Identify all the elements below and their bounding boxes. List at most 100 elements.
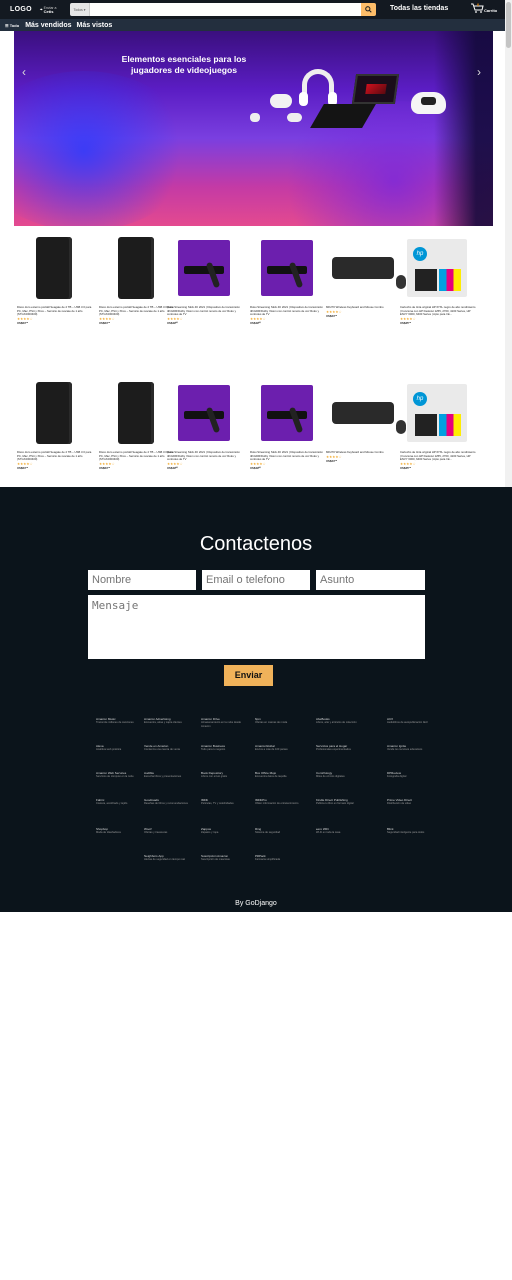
- hero-banner[interactable]: ‹ › Elementos esenciales para los jugado…: [14, 31, 493, 226]
- product-card[interactable]: MK270 Wireless Keyboard and Mouse Combo ★…: [326, 381, 406, 491]
- footer-link[interactable]: Zappos Zapatos y ropa: [201, 827, 249, 835]
- footer-link[interactable]: Fabric Costura, acolchado y tejido: [96, 798, 144, 806]
- product-title[interactable]: Cartucho de tinta original HP 67XL negro…: [400, 305, 476, 317]
- product-title[interactable]: Roku Streaming Stick 4K 2021 | Dispositi…: [250, 305, 326, 317]
- name-field[interactable]: [88, 570, 196, 590]
- streaming-stick-image: [261, 385, 313, 441]
- footer-link-desc: Obtén información de entretenimiento: [255, 802, 299, 806]
- footer-link[interactable]: Neighbors App Alertas de seguridad en tie…: [144, 854, 192, 862]
- footer-link[interactable]: Box Office Mojo Encuentra datos de taquil…: [255, 771, 303, 779]
- search-button[interactable]: [361, 3, 376, 16]
- footer-link-desc: Analítica web práctica: [96, 748, 122, 752]
- footer-link[interactable]: Audible Escucha libros y presentaciones: [144, 771, 192, 779]
- product-image[interactable]: hp: [400, 381, 474, 445]
- logo[interactable]: LOGO: [10, 6, 32, 13]
- brand-logo-icon: hp: [413, 247, 427, 261]
- footer-link[interactable]: AbeBooks Libros, arte y artículos de cole…: [316, 717, 364, 725]
- footer-link[interactable]: Suscripción Amazon Suscripción de mascota…: [201, 854, 249, 862]
- footer-link[interactable]: Servicios para el Hogar Profesionales exp…: [316, 744, 364, 752]
- product-image[interactable]: hp: [400, 236, 474, 300]
- nav-link-most-viewed[interactable]: Más vistos: [77, 22, 113, 29]
- footer-link[interactable]: Goodreads Reseñas de libros y recomendaci…: [144, 798, 192, 806]
- footer-link[interactable]: Blink Seguridad inteligente para todos: [387, 827, 435, 835]
- product-image[interactable]: [167, 236, 241, 300]
- product-title[interactable]: Roku Streaming Stick 4K 2021 | Dispositi…: [167, 450, 243, 462]
- footer-link-desc: Ofertas en marcas de moda: [255, 721, 288, 725]
- search-category-select[interactable]: Todos ▾: [70, 3, 90, 16]
- product-image[interactable]: [17, 236, 91, 300]
- product-title[interactable]: Disco duro externo portátil Seagate de 2…: [99, 450, 175, 462]
- footer-link[interactable]: Vende en Amazon Comienza una cuenta de ve…: [144, 744, 192, 752]
- product-card[interactable]: Roku Streaming Stick 4K 2021 | Dispositi…: [250, 236, 326, 346]
- footer-link-desc: Farmacia simplificada: [255, 858, 281, 862]
- footer-link[interactable]: Amazon Web Services Servicios de cómputo …: [96, 771, 144, 779]
- footer-link[interactable]: eero WiFi Wi-Fi en toda la casa: [316, 827, 364, 835]
- product-card[interactable]: Disco duro externo portátil Seagate de 2…: [17, 236, 93, 346]
- hard-drive-image: [118, 382, 154, 444]
- footer-link[interactable]: Shopbop Moda de diseñadores: [96, 827, 144, 835]
- product-title[interactable]: Disco duro externo portátil Seagate de 2…: [17, 305, 93, 317]
- product-title[interactable]: Roku Streaming Stick 4K 2021 | Dispositi…: [250, 450, 326, 462]
- product-card[interactable]: hp Cartucho de tinta original HP 67XL neg…: [400, 236, 476, 346]
- product-card[interactable]: Roku Streaming Stick 4K 2021 | Dispositi…: [250, 381, 326, 491]
- product-card[interactable]: Disco duro externo portátil Seagate de 2…: [99, 381, 175, 491]
- scrollbar-thumb[interactable]: [506, 2, 511, 48]
- footer-link[interactable]: Amazon Drive Almacenamiento en la nube de…: [201, 717, 249, 728]
- footer-link[interactable]: Alexa Analítica web práctica: [96, 744, 144, 752]
- product-card[interactable]: hp Cartucho de tinta original HP 67XL neg…: [400, 381, 476, 491]
- streaming-stick-image: [261, 240, 313, 296]
- product-price: US$35⁹⁹: [400, 466, 412, 471]
- product-image[interactable]: [17, 381, 91, 445]
- footer-link[interactable]: Kindle Direct Publishing Publica tu libro…: [316, 798, 364, 806]
- footer-link[interactable]: Amazon Ignite Vende tus recursos educativ…: [387, 744, 435, 752]
- footer-link[interactable]: PillPack Farmacia simplificada: [255, 854, 303, 862]
- banner-next-arrow-icon[interactable]: ›: [477, 65, 481, 79]
- product-card[interactable]: Disco duro externo portátil Seagate de 2…: [17, 381, 93, 491]
- product-image[interactable]: [99, 236, 173, 300]
- footer-link[interactable]: IMDbPro Obtén información de entretenimie…: [255, 798, 303, 806]
- footer-link[interactable]: 6pm Ofertas en marcas de moda: [255, 717, 303, 725]
- footer-link-desc: Suscripción de mascotas: [201, 858, 230, 862]
- product-card[interactable]: Roku Streaming Stick 4K 2021 | Dispositi…: [167, 381, 243, 491]
- all-menu-button[interactable]: ☰ Todo: [5, 23, 19, 28]
- footer-link[interactable]: Amazon Business Todo para tu negocio: [201, 744, 249, 752]
- product-image[interactable]: [167, 381, 241, 445]
- product-card[interactable]: Roku Streaming Stick 4K 2021 | Dispositi…: [167, 236, 243, 346]
- footer-link[interactable]: AmazonGlobal Envíos a más de 100 países: [255, 744, 303, 752]
- footer-link-desc: Escucha libros y presentaciones: [144, 775, 182, 779]
- message-field[interactable]: [88, 595, 425, 659]
- product-title[interactable]: Cartucho de tinta original HP 67XL negro…: [400, 450, 476, 462]
- product-rating: ★★★★☆: [400, 461, 416, 466]
- deliver-to[interactable]: ⌖ Enviar a Cetis: [40, 6, 57, 14]
- footer-link[interactable]: Amazon Advertising Encuentra, atrae y cap…: [144, 717, 192, 725]
- product-card[interactable]: MK270 Wireless Keyboard and Mouse Combo ★…: [326, 236, 406, 346]
- product-title[interactable]: Disco duro externo portátil Seagate de 2…: [17, 450, 93, 462]
- footer-link[interactable]: Prime Video Direct Distribución de video: [387, 798, 435, 806]
- email-field[interactable]: [202, 570, 310, 590]
- footer-link[interactable]: Amazon Music Transmite millones de cancio…: [96, 717, 144, 725]
- footer-link[interactable]: IMDb Películas, TV y celebridades: [201, 798, 249, 806]
- product-image[interactable]: [250, 381, 324, 445]
- footer-link[interactable]: ACX Audiolibros de autopublicación fácil: [387, 717, 435, 725]
- hard-drive-image: [36, 382, 72, 444]
- footer-link[interactable]: DPReview Fotografía digital: [387, 771, 435, 779]
- banner-prev-arrow-icon[interactable]: ‹: [22, 65, 26, 79]
- footer-link[interactable]: Book Depository Libros con envío gratis: [201, 771, 249, 779]
- product-card[interactable]: Disco duro externo portátil Seagate de 2…: [99, 236, 175, 346]
- nav-link-best-sellers[interactable]: Más vendidos: [25, 22, 71, 29]
- all-stores-link[interactable]: Todas las tiendas: [390, 5, 448, 12]
- product-image[interactable]: [250, 236, 324, 300]
- product-title[interactable]: Disco duro externo portátil Seagate de 2…: [99, 305, 175, 317]
- footer-link[interactable]: Ring Sistema de seguridad: [255, 827, 303, 835]
- product-image[interactable]: [326, 381, 406, 445]
- footer-link[interactable]: Woot! Ofertas y travesuras: [144, 827, 192, 835]
- search-input[interactable]: [90, 3, 361, 16]
- product-image[interactable]: [99, 381, 173, 445]
- subject-field[interactable]: [316, 570, 425, 590]
- send-button[interactable]: Enviar: [224, 665, 273, 686]
- product-image[interactable]: [326, 236, 406, 300]
- footer-link[interactable]: ComiXology Miles de cómics digitales: [316, 771, 364, 779]
- cart-button[interactable]: 0 Carrito: [471, 2, 497, 13]
- scrollbar[interactable]: [505, 0, 512, 487]
- product-title[interactable]: Roku Streaming Stick 4K 2021 | Dispositi…: [167, 305, 243, 317]
